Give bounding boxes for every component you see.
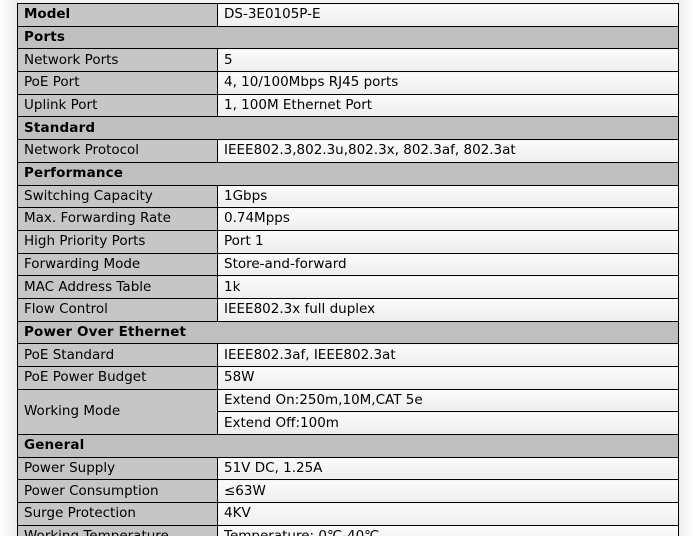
spec-label: Max. Forwarding Rate xyxy=(17,207,218,231)
spec-label: PoE Power Budget xyxy=(17,366,218,390)
table-row: Power Supply 51V DC, 1.25A xyxy=(17,456,679,481)
spec-value: 51V DC, 1.25A xyxy=(217,456,679,481)
spec-value: 58W xyxy=(217,366,679,390)
table-row: Flow Control IEEE802.3x full duplex xyxy=(17,297,679,322)
table-row: Working Mode Extend On:250m,10M,CAT 5e xyxy=(17,388,679,436)
table-row: Network Ports 5 xyxy=(17,48,679,73)
table-section-row: Power Over Ethernet xyxy=(17,320,679,345)
spec-label: Model xyxy=(17,3,218,27)
table-row: PoE Power Budget 58W xyxy=(17,366,679,390)
spec-label: Power Consumption xyxy=(17,479,218,504)
spec-value: 1, 100M Ethernet Port xyxy=(217,93,679,118)
table-section-row: Standard xyxy=(17,116,679,141)
spec-label: High Priority Ports xyxy=(17,229,218,254)
spec-value: 1Gbps xyxy=(217,184,679,209)
spec-label: MAC Address Table xyxy=(17,275,218,299)
spec-label: Uplink Port xyxy=(17,93,218,118)
spec-label: Working Temperature xyxy=(17,524,218,536)
specification-page: Model DS-3E0105P-E Ports Network Ports 5 PoE … xyxy=(0,0,693,536)
table-row: Switching Capacity 1Gbps xyxy=(17,184,679,209)
table-section-row: Ports xyxy=(17,25,679,50)
spec-label: Flow Control xyxy=(17,297,218,322)
spec-value: 0.74Mpps xyxy=(217,207,679,231)
table-section-row: Performance xyxy=(17,161,679,186)
section-header-label: Performance xyxy=(17,161,679,186)
table-row: PoE Port 4, 10/100Mbps RJ45 ports xyxy=(17,71,679,95)
spec-value: 4KV xyxy=(217,502,679,526)
table-row: MAC Address Table 1k xyxy=(17,275,679,299)
spec-label: Network Ports xyxy=(17,48,218,73)
spec-value: 5 xyxy=(217,48,679,73)
spec-value: ≤63W xyxy=(217,479,679,504)
spec-label: Switching Capacity xyxy=(17,184,218,209)
spec-value: 4, 10/100Mbps RJ45 ports xyxy=(217,71,679,95)
spec-label: Working Mode xyxy=(17,388,218,436)
table-row: Max. Forwarding Rate 0.74Mpps xyxy=(17,207,679,231)
table-row: Power Consumption ≤63W xyxy=(17,479,679,504)
specification-table: Model DS-3E0105P-E Ports Network Ports 5 PoE … xyxy=(17,3,679,536)
spec-label: Power Supply xyxy=(17,456,218,481)
table-row: High Priority Ports Port 1 xyxy=(17,229,679,254)
spec-value: Extend On:250m,10M,CAT 5e xyxy=(217,388,679,413)
section-header-label: General xyxy=(17,434,679,458)
spec-value: DS-3E0105P-E xyxy=(217,3,679,27)
spec-value: IEEE802.3af, IEEE802.3at xyxy=(217,343,679,367)
spec-label: Network Protocol xyxy=(17,139,218,163)
table-row: Uplink Port 1, 100M Ethernet Port xyxy=(17,93,679,118)
spec-value: Extend Off:100m xyxy=(217,411,679,436)
section-header-label: Power Over Ethernet xyxy=(17,320,679,345)
page-background-left-margin xyxy=(0,0,18,536)
table-section-row: General xyxy=(17,434,679,458)
spec-value: Store-and-forward xyxy=(217,252,679,277)
spec-label: Forwarding Mode xyxy=(17,252,218,277)
spec-value: IEEE802.3x full duplex xyxy=(217,297,679,322)
table-row: PoE Standard IEEE802.3af, IEEE802.3at xyxy=(17,343,679,367)
section-header-label: Ports xyxy=(17,25,679,50)
table-row: Surge Protection 4KV xyxy=(17,502,679,526)
spec-value: Port 1 xyxy=(217,229,679,254)
table-row: Model DS-3E0105P-E xyxy=(17,3,679,27)
page-background-right-margin xyxy=(678,0,693,536)
spec-value: 1k xyxy=(217,275,679,299)
spec-label: Surge Protection xyxy=(17,502,218,526)
spec-value: Temperature: 0℃-40℃ xyxy=(217,524,679,536)
spec-label: PoE Standard xyxy=(17,343,218,367)
table-row: Forwarding Mode Store-and-forward xyxy=(17,252,679,277)
section-header-label: Standard xyxy=(17,116,679,141)
table-row: Network Protocol IEEE802.3,802.3u,802.3x,… xyxy=(17,139,679,163)
table-row: Working TemperatureTemperature: 0℃-40℃ xyxy=(17,524,679,536)
spec-value: IEEE802.3,802.3u,802.3x, 802.3af, 802.3a… xyxy=(217,139,679,163)
spec-label: PoE Port xyxy=(17,71,218,95)
